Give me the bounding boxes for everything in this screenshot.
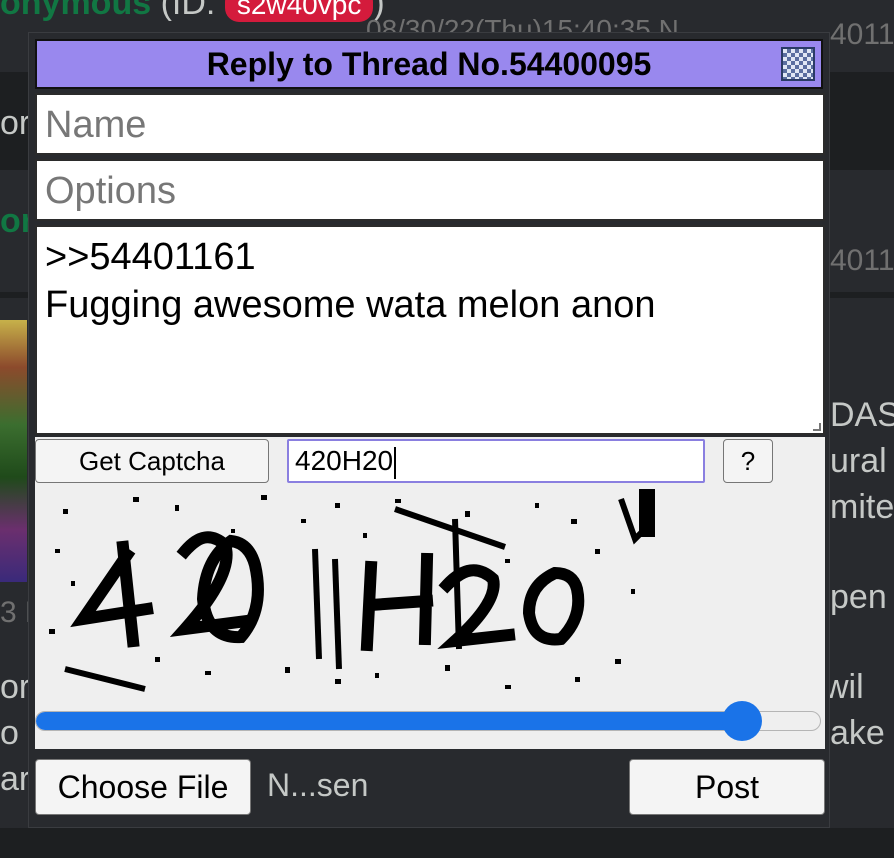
poster-id-prefix: (ID: xyxy=(160,0,216,22)
captcha-slider-fill xyxy=(36,712,743,730)
post-text-fragment: ake xyxy=(830,714,885,752)
post-number[interactable]: 4011 xyxy=(830,244,894,278)
captcha-slider-track[interactable] xyxy=(35,711,821,731)
post-text-fragment: DAS xyxy=(830,396,894,434)
captcha-help-button[interactable]: ? xyxy=(723,439,773,483)
close-icon[interactable] xyxy=(781,47,815,81)
name-placeholder: Name xyxy=(45,104,147,146)
options-field[interactable]: Options xyxy=(35,159,825,221)
poster-id-badge[interactable]: s2w40vpc xyxy=(224,0,374,22)
quick-reply-title: Reply to Thread No.54400095 xyxy=(206,45,652,82)
captcha-image xyxy=(35,489,655,701)
comment-line: >>54401161 xyxy=(45,236,256,278)
poster-name: onymous xyxy=(0,0,152,22)
captcha-area: Get Captcha 420H20 ? xyxy=(35,437,825,749)
captcha-slider-thumb[interactable] xyxy=(722,701,762,741)
name-field[interactable]: Name xyxy=(35,93,825,155)
options-placeholder: Options xyxy=(45,170,176,212)
comment-textarea[interactable]: >>54401161 Fugging awesome wata melon an… xyxy=(35,225,825,435)
post-text-fragment: mite xyxy=(830,488,894,526)
post-text-fragment: or xyxy=(0,104,31,142)
get-captcha-button[interactable]: Get Captcha xyxy=(35,439,269,483)
comment-line: Fugging awesome wata melon anon xyxy=(45,284,656,326)
post-text-fragment: pen xyxy=(830,578,887,616)
post-text-fragment: ural xyxy=(830,442,887,480)
text-caret xyxy=(394,446,397,479)
post-thumbnail[interactable] xyxy=(0,320,27,582)
post-number[interactable]: 4011 xyxy=(830,18,894,52)
resize-grip-icon[interactable] xyxy=(813,423,821,431)
captcha-input-value: 420H20 xyxy=(295,445,394,476)
post-button[interactable]: Post xyxy=(629,759,825,815)
choose-file-button[interactable]: Choose File xyxy=(35,759,251,815)
file-status-label: N...sen xyxy=(267,767,369,803)
post-header: onymous (ID: s2w40vpc) xyxy=(0,0,385,23)
quick-reply-window: Reply to Thread No.54400095 Name Options… xyxy=(28,32,830,828)
post-text-fragment: o xyxy=(0,714,19,752)
captcha-input[interactable]: 420H20 xyxy=(287,439,705,483)
post-text-fragment: ar xyxy=(0,760,31,798)
quick-reply-titlebar[interactable]: Reply to Thread No.54400095 xyxy=(35,39,823,89)
post-text-fragment: or xyxy=(0,668,31,706)
